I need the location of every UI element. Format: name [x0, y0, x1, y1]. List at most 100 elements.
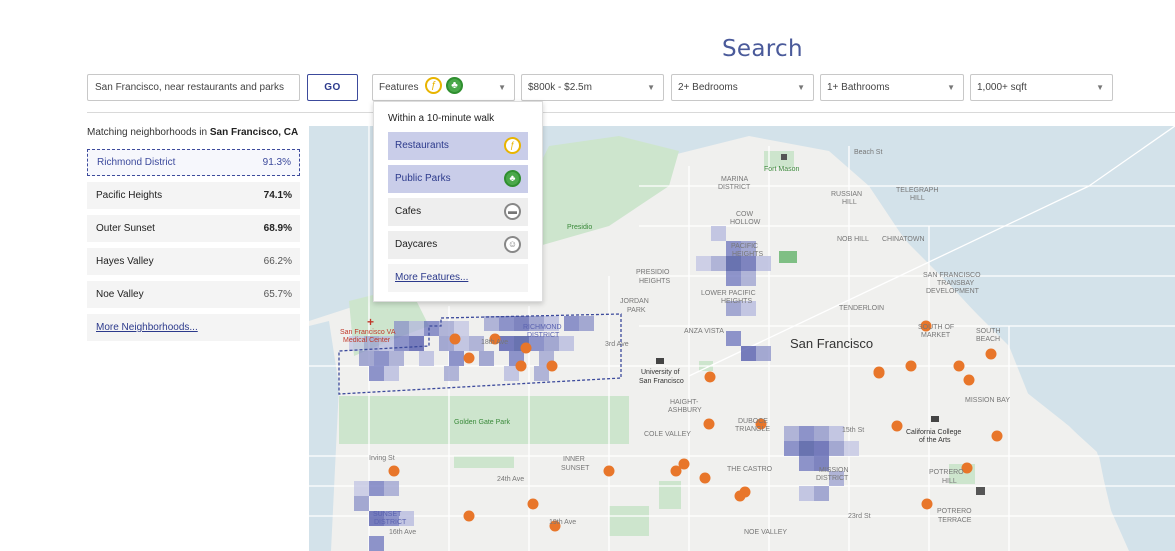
map-label: TRANSBAY [937, 280, 975, 287]
map-label: INNER [563, 456, 585, 463]
map-label: SOUTH [976, 328, 1001, 335]
neighborhood-score: 91.3% [262, 157, 291, 168]
map-label: DEVELOPMENT [926, 288, 980, 295]
map-label: SUNSET [373, 511, 402, 518]
baby-icon: ☺ [504, 236, 521, 253]
more-features-row: More Features... [388, 264, 528, 292]
map-label: DISTRICT [527, 332, 560, 339]
feature-option-label: Cafes [395, 206, 422, 217]
bathrooms-select[interactable]: 1+ Bathrooms ▼ [820, 74, 964, 101]
map-label: 19th Ave [549, 519, 576, 526]
feature-option-daycares[interactable]: Daycares ☺ [388, 231, 528, 259]
map-park-small [609, 506, 649, 536]
neighborhood-item-pacific-heights[interactable]: Pacific Heights 74.1% [87, 182, 300, 209]
feature-option-label: Daycares [395, 239, 438, 250]
matching-neighborhoods-heading: Matching neighborhoods in San Francisco,… [87, 127, 298, 138]
map-label: THE CASTRO [727, 466, 773, 473]
price-select-label: $800k - $2.5m [528, 82, 592, 93]
neighborhood-item-outer-sunset[interactable]: Outer Sunset 68.9% [87, 215, 300, 242]
feature-option-label: Restaurants [395, 140, 449, 151]
fort-mason-icon [781, 154, 787, 160]
map-label: Presidio [567, 224, 592, 231]
feature-option-restaurants[interactable]: Restaurants ƒ [388, 132, 528, 160]
map-label: DISTRICT [718, 184, 751, 191]
neighborhood-item-noe-valley[interactable]: Noe Valley 65.7% [87, 281, 300, 308]
map-label: 18th Ave [481, 339, 508, 346]
features-select[interactable]: Features ƒ ♣ ▼ [372, 74, 515, 101]
price-select[interactable]: $800k - $2.5m ▼ [521, 74, 664, 101]
more-features-link[interactable]: More Features... [395, 272, 468, 283]
map-label: HEIGHTS [639, 278, 670, 285]
chevron-down-icon: ▼ [947, 83, 955, 92]
feature-option-cafes[interactable]: Cafes ▬ [388, 198, 528, 226]
chevron-down-icon: ▼ [797, 83, 805, 92]
map-city-label: San Francisco [790, 336, 873, 351]
map-label: POTRERO [929, 469, 964, 476]
map-label: TRIANGLE [735, 426, 770, 433]
map-label: DISTRICT [374, 519, 407, 526]
neighborhood-item-hayes-valley[interactable]: Hayes Valley 66.2% [87, 248, 300, 275]
map-label: Golden Gate Park [454, 419, 511, 426]
neighborhood-name: Richmond District [97, 157, 176, 168]
transit-icon [976, 487, 985, 495]
features-select-label: Features [379, 82, 419, 94]
fork-knife-icon: ƒ [425, 77, 443, 95]
map-label: LOWER PACIFIC [701, 290, 756, 297]
map-label: HAIGHT- [670, 399, 699, 406]
header-divider [87, 112, 1175, 113]
bedrooms-select-label: 2+ Bedrooms [678, 82, 738, 93]
map-label: PACIFIC [731, 243, 758, 250]
map-label: HILL [910, 195, 925, 202]
map-label: BEACH [976, 336, 1000, 343]
go-button[interactable]: GO [307, 74, 358, 101]
map-label: COW [736, 211, 754, 218]
map-label: 16th Ave [389, 529, 416, 536]
map-park-small [659, 481, 681, 509]
map-label: NOE VALLEY [744, 529, 787, 536]
sqft-select-label: 1,000+ sqft [977, 82, 1027, 93]
neighborhood-name: Hayes Valley [96, 256, 154, 267]
map-label: 24th Ave [497, 476, 524, 483]
neighborhood-name: Outer Sunset [96, 223, 155, 234]
tree-icon: ♣ [504, 170, 521, 187]
more-neighborhoods-link[interactable]: More Neighborhoods... [96, 322, 198, 333]
map-label: University of [641, 369, 680, 376]
map-label: JORDAN [620, 298, 649, 305]
map-label: MARKET [921, 332, 951, 339]
neighborhood-score: 68.9% [263, 223, 292, 234]
map-label: POTRERO [937, 508, 972, 515]
map-label: TELEGRAPH [896, 187, 938, 194]
fork-knife-icon: ƒ [504, 137, 521, 154]
neighborhood-name: Noe Valley [96, 289, 144, 300]
map-label: Beach St [854, 149, 882, 156]
features-dropdown: Within a 10-minute walk Restaurants ƒ Pu… [373, 101, 543, 302]
neighborhood-item-richmond-district[interactable]: Richmond District 91.3% [87, 149, 300, 176]
more-neighborhoods-row: More Neighborhoods... [87, 314, 300, 341]
map-label: HEIGHTS [732, 251, 763, 258]
map-park-small [779, 251, 797, 263]
map-label: RUSSIAN [831, 191, 862, 198]
feature-option-label: Public Parks [395, 173, 451, 184]
bedrooms-select[interactable]: 2+ Bedrooms ▼ [671, 74, 814, 101]
map-label: Fort Mason [764, 166, 800, 173]
map-label: TENDERLOIN [839, 305, 884, 312]
college-icon [931, 416, 939, 422]
chevron-down-icon: ▼ [647, 83, 655, 92]
matching-intro: Matching neighborhoods in [87, 127, 210, 138]
map-label: MISSION [819, 467, 849, 474]
sqft-select[interactable]: 1,000+ sqft ▼ [970, 74, 1113, 101]
map-label: PRESIDIO [636, 269, 670, 276]
map-label: Medical Center [343, 337, 391, 344]
map-label: Irving St [369, 455, 395, 462]
map-label: California College [906, 429, 961, 436]
map-label: DISTRICT [816, 475, 849, 482]
university-icon [656, 358, 664, 364]
feature-option-public-parks[interactable]: Public Parks ♣ [388, 165, 528, 193]
bathrooms-select-label: 1+ Bathrooms [827, 82, 890, 93]
neighborhood-score: 74.1% [263, 190, 292, 201]
matching-city: San Francisco, CA [209, 127, 299, 138]
map-label: SOUTH OF [918, 324, 954, 331]
search-input[interactable]: San Francisco, near restaurants and park… [87, 74, 300, 101]
chevron-down-icon: ▼ [498, 83, 506, 92]
map-label: SUNSET [561, 465, 590, 472]
